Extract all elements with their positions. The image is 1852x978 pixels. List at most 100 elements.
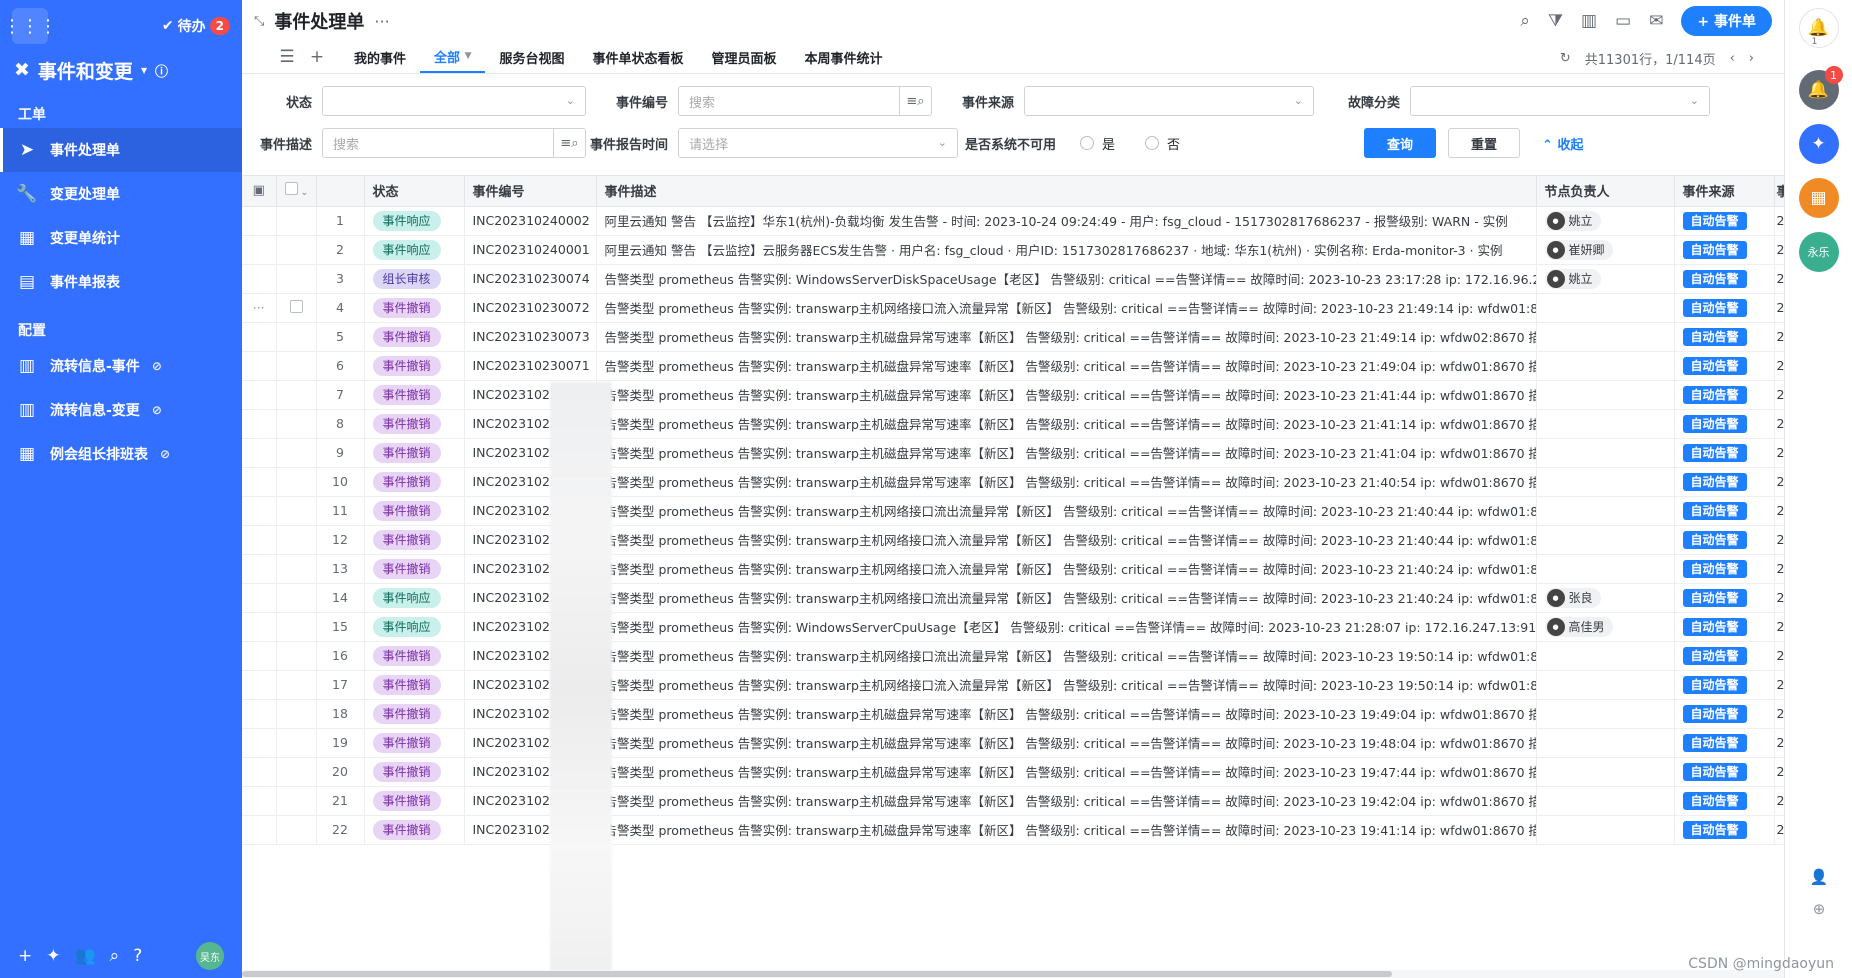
row-checkbox-cell[interactable]	[276, 525, 317, 555]
desc-cell[interactable]: 告警类型 prometheus 告警实例: transwarp主机磁盘异常写速率…	[596, 815, 1537, 845]
radio-no[interactable]	[1145, 136, 1160, 150]
row-checkbox-cell[interactable]	[276, 641, 317, 671]
table-row[interactable]: 7 事件撤销 INC202310230070 告警类型 prometheus 告警实例…	[242, 380, 1784, 410]
apps-icon[interactable]: ▦	[1798, 178, 1839, 218]
owner-cell[interactable]: ● 张良	[1536, 583, 1675, 613]
column-header-status[interactable]: 状态	[364, 176, 465, 207]
table-row[interactable]: 15 事件响应 INC202310230062 告警类型 prometheus 告警实…	[242, 612, 1784, 642]
new-event-button[interactable]: + 事件单	[1681, 6, 1772, 36]
row-more-cell[interactable]	[242, 641, 277, 671]
source-cell[interactable]: 自动告警	[1674, 728, 1775, 758]
source-cell[interactable]: 自动告警	[1674, 206, 1775, 236]
info-icon[interactable]: ⓘ	[155, 61, 168, 80]
table-row[interactable]: 2 事件响应 INC202310240001 阿里云通知 警告 【云监控】云服务器EC…	[242, 235, 1784, 265]
owner-cell[interactable]	[1536, 409, 1675, 439]
status-select[interactable]: ⌄	[322, 86, 586, 116]
row-checkbox-cell[interactable]	[276, 699, 317, 729]
add-icon[interactable]: +	[18, 946, 32, 966]
sidebar-item-event-handling[interactable]: ➤ 事件处理单	[0, 128, 242, 172]
row-checkbox-cell[interactable]	[276, 757, 317, 787]
chart-icon[interactable]: ▥	[1581, 11, 1597, 31]
sidebar-item-flow-change[interactable]: ▥ 流转信息-变更 ⊘	[0, 388, 242, 432]
table-row[interactable]: 9 事件撤销 INC202310230068 告警类型 prometheus 告警实例…	[242, 438, 1784, 468]
event-no-cell[interactable]: INC202310230074	[464, 264, 597, 294]
event-extra-cell[interactable]: 202	[1774, 235, 1784, 265]
report-time-select[interactable]: 请选择 ⌄	[678, 128, 958, 158]
source-cell[interactable]: 自动告警	[1674, 670, 1775, 700]
desc-cell[interactable]: 告警类型 prometheus 告警实例: WindowsServerCpuUs…	[596, 612, 1537, 642]
status-cell[interactable]: 事件撤销	[364, 641, 465, 671]
row-checkbox-cell[interactable]	[276, 554, 317, 584]
row-more-cell[interactable]	[242, 409, 277, 439]
query-button[interactable]: 查询	[1364, 128, 1437, 158]
owner-cell[interactable]	[1536, 815, 1675, 845]
table-row[interactable]: 22 事件撤销 INC202310230055 告警类型 prometheus 告警实…	[242, 815, 1784, 845]
table-row[interactable]: ··· 4 事件撤销 INC202310230072 告警类型 prometheus 告…	[242, 293, 1784, 323]
status-cell[interactable]: 组长审核	[364, 264, 465, 294]
owner-cell[interactable]: ● 姚立	[1536, 264, 1675, 294]
source-cell[interactable]: 自动告警	[1674, 641, 1775, 671]
row-more-cell[interactable]	[242, 438, 277, 468]
user-avatar[interactable]: 永乐	[1798, 232, 1839, 272]
owner-cell[interactable]	[1536, 322, 1675, 352]
source-cell[interactable]: 自动告警	[1674, 699, 1775, 729]
add-view-icon[interactable]: +	[302, 41, 332, 73]
table-row[interactable]: 3 组长审核 INC202310230074 告警类型 prometheus 告警实例…	[242, 264, 1784, 294]
collapse-icon[interactable]: ⤡	[254, 14, 264, 29]
horizontal-scrollbar[interactable]	[242, 970, 1784, 978]
source-cell[interactable]: 自动告警	[1674, 235, 1775, 265]
status-cell[interactable]: 事件撤销	[364, 815, 465, 845]
source-cell[interactable]: 自动告警	[1674, 496, 1775, 526]
ai-assistant-icon[interactable]: ✦	[1798, 124, 1839, 164]
event-extra-cell[interactable]: 202	[1774, 612, 1784, 642]
table-row[interactable]: 17 事件撤销 INC202310230061 告警类型 prometheus 告警实…	[242, 670, 1784, 700]
source-cell[interactable]: 自动告警	[1674, 351, 1775, 381]
column-header-source[interactable]: 事件来源	[1674, 176, 1775, 207]
add-circle-icon[interactable]: ⊕	[1785, 900, 1852, 918]
owner-chip[interactable]: ● 姚立	[1544, 210, 1601, 231]
source-cell[interactable]: 自动告警	[1674, 786, 1775, 816]
event-extra-cell[interactable]: 202	[1774, 380, 1784, 410]
desc-cell[interactable]: 告警类型 prometheus 告警实例: transwarp主机磁盘异常写速率…	[596, 409, 1537, 439]
event-extra-cell[interactable]: 202	[1774, 699, 1784, 729]
row-checkbox-cell[interactable]	[276, 612, 317, 642]
status-cell[interactable]: 事件撤销	[364, 351, 465, 381]
owner-cell[interactable]: ● 高佳男	[1536, 612, 1675, 642]
table-row[interactable]: 1 事件响应 INC202310240002 阿里云通知 警告 【云监控】华东1(杭州…	[242, 206, 1784, 236]
source-cell[interactable]: 自动告警	[1674, 264, 1775, 294]
help-icon[interactable]: ?	[133, 946, 142, 966]
row-checkbox-cell[interactable]	[276, 438, 317, 468]
row-more-cell[interactable]	[242, 670, 277, 700]
row-more-cell[interactable]	[242, 525, 277, 555]
status-cell[interactable]: 事件响应	[364, 583, 465, 613]
search-icon[interactable]: ⌕	[1520, 11, 1530, 31]
source-cell[interactable]: 自动告警	[1674, 380, 1775, 410]
radio-yes[interactable]	[1080, 136, 1094, 150]
status-cell[interactable]: 事件撤销	[364, 496, 465, 526]
desc-cell[interactable]: 告警类型 prometheus 告警实例: transwarp主机网络接口流入流…	[596, 554, 1537, 584]
event-no-cell[interactable]: INC202310240001	[464, 235, 597, 265]
owner-chip[interactable]: ● 高佳男	[1544, 616, 1613, 637]
app-title[interactable]: ✖ 事件和变更 ▾ ⓘ	[0, 52, 242, 88]
desc-cell[interactable]: 告警类型 prometheus 告警实例: transwarp主机网络接口流入流…	[596, 525, 1537, 555]
more-icon[interactable]: ···	[374, 12, 389, 31]
status-cell[interactable]: 事件撤销	[364, 699, 465, 729]
fault-select[interactable]: ⌄	[1410, 86, 1710, 116]
table-row[interactable]: 14 事件响应 INC202310230063 告警类型 prometheus 告警实…	[242, 583, 1784, 613]
desc-input[interactable]: 搜索 ≡⌕	[322, 128, 586, 158]
event-no-cell[interactable]: INC202310230073	[464, 322, 597, 352]
row-more-cell[interactable]	[242, 786, 277, 816]
event-extra-cell[interactable]: 202	[1774, 351, 1784, 381]
owner-cell[interactable]	[1536, 641, 1675, 671]
row-more-cell[interactable]	[242, 351, 277, 381]
source-select[interactable]: ⌄	[1024, 86, 1314, 116]
row-checkbox-cell[interactable]	[276, 264, 317, 294]
app-grid-icon[interactable]: ⋮⋮⋮	[3, 8, 57, 44]
row-more-cell[interactable]	[242, 583, 277, 613]
desc-cell[interactable]: 告警类型 prometheus 告警实例: transwarp主机网络接口流出流…	[596, 496, 1537, 526]
inbox-icon[interactable]: ✉	[1649, 11, 1663, 31]
owner-cell[interactable]	[1536, 467, 1675, 497]
event-extra-cell[interactable]: 202	[1774, 728, 1784, 758]
owner-cell[interactable]	[1536, 496, 1675, 526]
owner-cell[interactable]	[1536, 438, 1675, 468]
